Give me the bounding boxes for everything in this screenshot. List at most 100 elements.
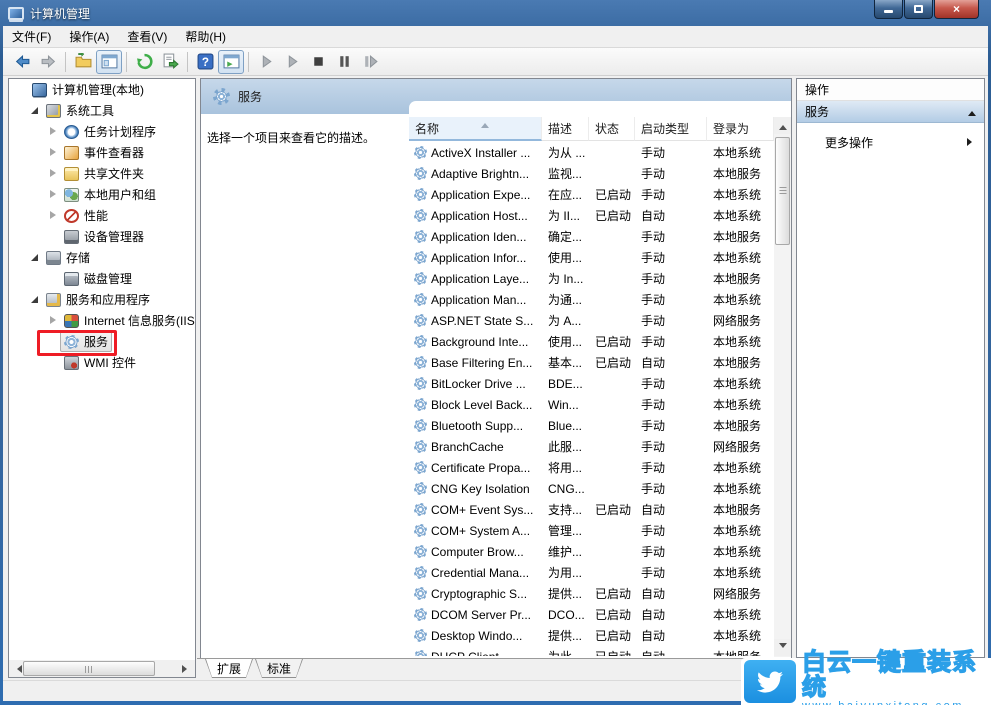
service-row[interactable]: Certificate Propa... 将用... 手动 本地系统 <box>409 457 774 478</box>
service-row[interactable]: Background Inte... 使用... 已启动 手动 本地系统 <box>409 331 774 352</box>
column-header-label: 描述 <box>548 122 573 136</box>
service-row[interactable]: Application Man... 为通... 手动 本地系统 <box>409 289 774 310</box>
menu-item[interactable]: 帮助(H) <box>176 25 235 48</box>
restart-service-icon[interactable] <box>357 50 383 74</box>
start-service-icon[interactable] <box>253 50 279 74</box>
collapse-section-icon[interactable] <box>968 107 976 116</box>
service-row[interactable]: Adaptive Brightn... 监视... 手动 本地服务 <box>409 163 774 184</box>
tree-item[interactable]: 磁盘管理 <box>9 268 195 289</box>
service-row[interactable]: Application Infor... 使用... 手动 本地系统 <box>409 247 774 268</box>
show-action-pane-icon[interactable] <box>218 49 244 74</box>
expander-icon[interactable] <box>47 209 60 222</box>
tree-item[interactable]: 服务 <box>9 331 195 352</box>
service-description: 维护... <box>548 545 583 559</box>
service-status: 已启动 <box>595 629 632 643</box>
service-row[interactable]: Cryptographic S... 提供... 已启动 自动 网络服务 <box>409 583 774 604</box>
refresh-icon[interactable] <box>131 50 157 74</box>
service-row[interactable]: Application Iden... 确定... 手动 本地服务 <box>409 226 774 247</box>
show-console-tree-icon[interactable] <box>96 49 122 74</box>
expander-icon[interactable] <box>15 83 28 96</box>
service-row[interactable]: COM+ System A... 管理... 手动 本地系统 <box>409 520 774 541</box>
title-bar[interactable]: 计算机管理 × <box>0 0 991 26</box>
close-button[interactable]: × <box>934 0 979 19</box>
menu-item[interactable]: 查看(V) <box>118 25 176 48</box>
service-row[interactable]: CNG Key Isolation CNG... 手动 本地系统 <box>409 478 774 499</box>
column-header[interactable]: 名称 <box>409 117 542 141</box>
tree-item[interactable]: 性能 <box>9 205 195 226</box>
actions-services-section[interactable]: 服务 <box>797 101 984 123</box>
resume-service-icon[interactable] <box>279 50 305 74</box>
service-row[interactable]: Application Host... 为 II... 已启动 自动 本地系统 <box>409 205 774 226</box>
service-row[interactable]: ASP.NET State S... 为 A... 手动 网络服务 <box>409 310 774 331</box>
expander-icon[interactable] <box>47 188 60 201</box>
tree-item[interactable]: WMI 控件 <box>9 352 195 373</box>
service-name: Adaptive Brightn... <box>431 166 530 181</box>
expander-icon[interactable] <box>29 251 42 264</box>
expander-icon[interactable] <box>47 335 60 348</box>
tree-item[interactable]: 共享文件夹 <box>9 163 195 184</box>
export-list-icon[interactable] <box>157 50 183 74</box>
expander-icon[interactable] <box>29 104 42 117</box>
app-icon <box>8 6 24 20</box>
service-row[interactable]: Block Level Back... Win... 手动 本地系统 <box>409 394 774 415</box>
back-icon[interactable] <box>9 50 35 74</box>
expander-icon[interactable] <box>47 146 60 159</box>
expander-icon[interactable] <box>47 230 60 243</box>
menu-item[interactable]: 文件(F) <box>3 25 60 48</box>
forward-icon[interactable] <box>35 50 61 74</box>
tree-item[interactable]: 服务和应用程序 <box>9 289 195 310</box>
pause-service-icon[interactable] <box>331 50 357 74</box>
service-row[interactable]: BranchCache 此服... 手动 网络服务 <box>409 436 774 457</box>
minimize-button[interactable] <box>874 0 903 19</box>
service-row[interactable]: BitLocker Drive ... BDE... 手动 本地系统 <box>409 373 774 394</box>
service-row[interactable]: COM+ Event Sys... 支持... 已启动 自动 本地服务 <box>409 499 774 520</box>
scrollbar-thumb[interactable] <box>775 137 790 245</box>
list-vertical-scrollbar[interactable] <box>774 117 791 657</box>
help-icon[interactable]: ? <box>192 50 218 74</box>
column-header[interactable]: 登录为 <box>707 117 774 141</box>
service-row[interactable]: ActiveX Installer ... 为从 ... 手动 本地系统 <box>409 142 774 163</box>
column-header[interactable]: 状态 <box>589 117 635 141</box>
tab-standard[interactable]: 标准 <box>255 659 303 678</box>
scroll-down-icon[interactable] <box>774 639 791 656</box>
service-row[interactable]: Application Laye... 为 In... 手动 本地服务 <box>409 268 774 289</box>
tree-item[interactable]: 计算机管理(本地) <box>9 79 195 100</box>
expander-icon[interactable] <box>47 272 60 285</box>
expander-icon[interactable] <box>29 293 42 306</box>
tree-item[interactable]: 设备管理器 <box>9 226 195 247</box>
tree-item[interactable]: 事件查看器 <box>9 142 195 163</box>
scroll-up-icon[interactable] <box>774 117 791 134</box>
service-row[interactable]: Credential Mana... 为用... 手动 本地系统 <box>409 562 774 583</box>
services-view: 服务 选择一个项目来查看它的描述。 名称 描述 状态 启动类型 登录为 Acti… <box>200 78 792 658</box>
service-row[interactable]: DCOM Server Pr... DCO... 已启动 自动 本地系统 <box>409 604 774 625</box>
service-startup-type: 手动 <box>641 524 666 538</box>
column-header[interactable]: 描述 <box>542 117 589 141</box>
column-header[interactable]: 启动类型 <box>635 117 707 141</box>
service-row[interactable]: Application Expe... 在应... 已启动 手动 本地系统 <box>409 184 774 205</box>
service-description: 为此... <box>542 648 589 656</box>
service-row[interactable]: DHCP Client 为此... 已启动 自动 本地服务 <box>409 646 774 656</box>
tree-item[interactable]: 任务计划程序 <box>9 121 195 142</box>
expander-icon[interactable] <box>47 125 60 138</box>
scroll-right-icon[interactable] <box>178 660 195 677</box>
folder-icon[interactable] <box>70 50 96 74</box>
service-row[interactable]: Base Filtering En... 基本... 已启动 自动 本地服务 <box>409 352 774 373</box>
stop-service-icon[interactable] <box>305 50 331 74</box>
scrollbar-thumb[interactable] <box>23 661 155 676</box>
tab-extended[interactable]: 扩展 <box>205 659 253 678</box>
service-row[interactable]: Desktop Windo... 提供... 已启动 自动 本地系统 <box>409 625 774 646</box>
service-startup-type: 手动 <box>641 167 666 181</box>
tree-item[interactable]: 本地用户和组 <box>9 184 195 205</box>
expander-icon[interactable] <box>47 167 60 180</box>
service-row[interactable]: Computer Brow... 维护... 手动 本地系统 <box>409 541 774 562</box>
expander-icon[interactable] <box>47 356 60 369</box>
tree-item[interactable]: 存储 <box>9 247 195 268</box>
more-actions-item[interactable]: 更多操作 <box>797 131 984 153</box>
menu-item[interactable]: 操作(A) <box>60 25 118 48</box>
tree-horizontal-scrollbar[interactable] <box>9 660 195 677</box>
expander-icon[interactable] <box>47 314 60 327</box>
restore-button[interactable] <box>904 0 933 19</box>
tree-item[interactable]: Internet 信息服务(IIS)管 <box>9 310 195 331</box>
service-row[interactable]: Bluetooth Supp... Blue... 手动 本地服务 <box>409 415 774 436</box>
tree-item[interactable]: 系统工具 <box>9 100 195 121</box>
